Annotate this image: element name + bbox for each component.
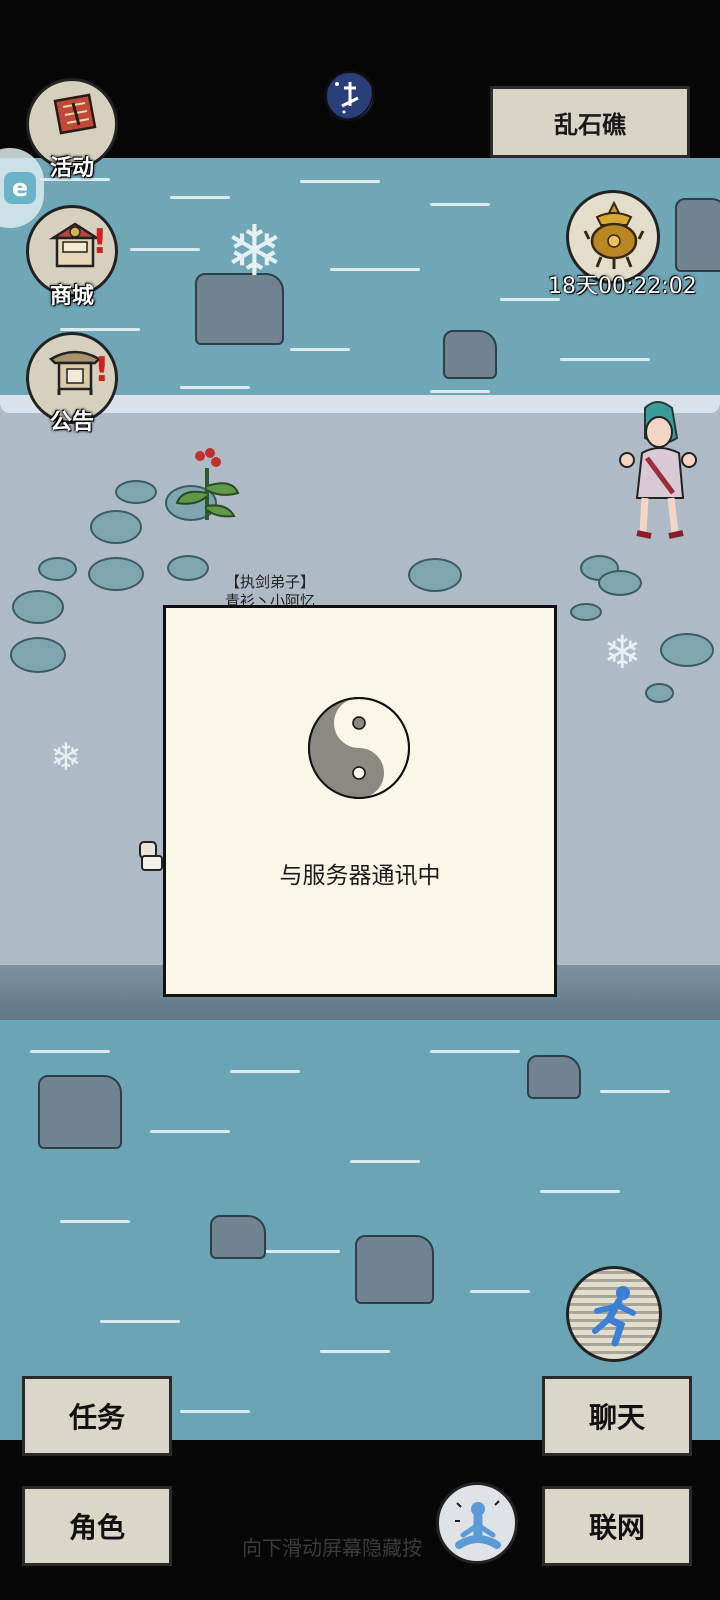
wave xyxy=(130,248,200,251)
wave xyxy=(170,196,230,199)
loading-dialog: 与服务器通讯中 xyxy=(163,605,557,997)
pebble xyxy=(598,570,642,596)
rock xyxy=(527,1055,581,1099)
pebble xyxy=(570,603,602,621)
notice-alert-icon: ! xyxy=(94,350,110,390)
wave xyxy=(30,1050,110,1053)
wave xyxy=(60,328,140,331)
shop-alert-icon: ! xyxy=(92,222,108,262)
task-button[interactable]: 任务 xyxy=(22,1376,172,1456)
npc-title: 【执剑弟子】 xyxy=(225,573,316,591)
wave xyxy=(600,1090,670,1093)
wave xyxy=(330,268,420,271)
assistant-icon: e xyxy=(4,172,36,204)
swipe-hint: 向下滑动屏幕隐藏按 xyxy=(242,1536,422,1560)
scroll-icon xyxy=(53,93,97,135)
snowflake-icon: ❄ xyxy=(50,735,82,779)
event-countdown: 18天00:22:02 xyxy=(548,274,697,299)
chat-button[interactable]: 聊天 xyxy=(542,1376,692,1456)
rock xyxy=(443,330,497,379)
auto-run-button[interactable] xyxy=(566,1266,662,1362)
location-button[interactable]: 乱石礁 xyxy=(490,86,690,158)
wave xyxy=(470,1290,530,1293)
pebble xyxy=(115,480,157,504)
wave xyxy=(430,203,490,206)
pebble xyxy=(38,557,77,581)
pebble xyxy=(90,510,142,544)
wave xyxy=(540,1190,620,1193)
wave xyxy=(230,1070,300,1073)
pebble xyxy=(645,683,674,703)
rock xyxy=(210,1215,266,1259)
player-character[interactable] xyxy=(136,838,166,872)
pebble xyxy=(408,558,462,592)
golden-censer-icon xyxy=(583,201,645,269)
wave xyxy=(350,1160,420,1163)
pebble xyxy=(88,557,144,591)
wave xyxy=(290,348,350,351)
wave xyxy=(60,1220,130,1223)
game-screen: ❄ ❄ ❄ 【执剑弟子】 青衫丶小阿忆 活动 ! 商城 ! 公告 e 乱石礁 1… xyxy=(0,0,720,1600)
wave xyxy=(100,1320,180,1323)
shop-label: 商城 xyxy=(49,284,94,309)
pebble xyxy=(12,590,64,624)
network-button[interactable]: 联网 xyxy=(542,1486,692,1566)
wave xyxy=(430,390,490,393)
wave xyxy=(560,358,650,361)
snowflake-icon: ❄ xyxy=(225,210,284,292)
rock xyxy=(355,1235,434,1304)
wave xyxy=(180,1410,250,1413)
wave xyxy=(150,1130,230,1133)
wave xyxy=(320,1350,390,1353)
meditation-icon xyxy=(455,1500,501,1549)
pebble xyxy=(660,633,714,667)
role-button[interactable]: 角色 xyxy=(22,1486,172,1566)
snowflake-icon: ❄ xyxy=(603,625,642,679)
rock xyxy=(675,198,720,272)
herb-plant-icon xyxy=(175,448,240,520)
notice-label: 公告 xyxy=(49,410,94,435)
rock xyxy=(38,1075,122,1149)
running-figure-icon xyxy=(592,1286,636,1347)
yin-yang-icon xyxy=(308,697,410,799)
wave xyxy=(430,1050,520,1053)
swordswoman-character[interactable] xyxy=(617,398,697,548)
wave xyxy=(300,180,380,183)
loading-message: 与服务器通讯中 xyxy=(279,863,441,889)
pebble xyxy=(10,637,66,673)
wave xyxy=(180,386,250,389)
pebble xyxy=(167,555,209,581)
meditate-button[interactable] xyxy=(436,1482,518,1564)
night-moon-icon[interactable] xyxy=(322,66,384,128)
